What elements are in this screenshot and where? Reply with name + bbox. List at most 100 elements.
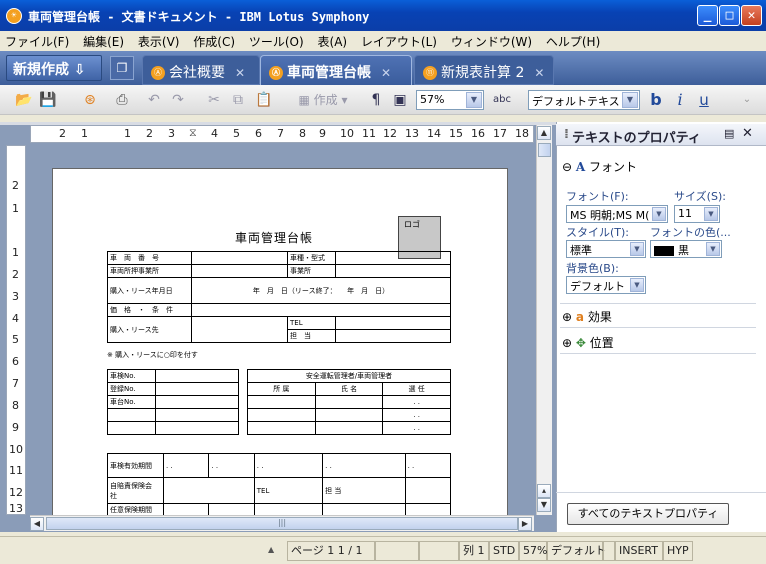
app-icon: ☀	[6, 8, 22, 24]
font-color-select[interactable]: 黒 ▼	[650, 240, 722, 258]
menu-create[interactable]: 作成(C)	[188, 31, 240, 52]
underline-icon[interactable]: u	[696, 90, 712, 110]
scroll-thumb[interactable]: |||	[46, 517, 518, 530]
paste-icon[interactable]: 📋	[254, 90, 274, 110]
tab-new-spreadsheet[interactable]: ⑪ 新規表計算 2 ✕	[414, 55, 554, 85]
effects-section[interactable]: ⊕ a 効果	[560, 304, 756, 328]
page-up-icon[interactable]: ▴	[537, 484, 551, 498]
cell	[191, 303, 451, 317]
up-arrow-icon[interactable]: ▲	[268, 545, 274, 554]
cell: . .	[382, 421, 451, 435]
close-tab-icon[interactable]: ✕	[381, 66, 391, 80]
tab-vehicle-ledger[interactable]: Ⓐ 車両管理台帳 ✕	[260, 55, 412, 85]
position-section[interactable]: ⊕ ✥ 位置	[560, 330, 756, 354]
vertical-ruler[interactable]: 2 1 1 2 3 4 5 6 7 8 9 10 11 12 13	[6, 145, 26, 515]
size-select[interactable]: 11 ▼	[674, 205, 720, 223]
document-tab-bar: 新規作成 ⇩ ❐ Ⓐ 会社概要 ✕ Ⓐ 車両管理台帳 ✕ ⑪ 新規表計算 2 ✕	[0, 51, 766, 85]
close-tab-icon[interactable]: ✕	[534, 66, 544, 80]
chevron-down-icon: ▼	[622, 92, 638, 108]
font-section-header[interactable]: ⊖ A フォント	[562, 158, 637, 175]
ruler-tick: 13	[405, 127, 419, 140]
cell: . .	[162, 453, 210, 478]
panel-close-icon[interactable]: ✕	[742, 126, 753, 141]
maximize-button[interactable]: □	[719, 5, 740, 26]
redo-icon[interactable]: ↷	[168, 90, 188, 110]
ruler-tick: 3	[12, 290, 19, 303]
scroll-thumb[interactable]	[538, 143, 551, 157]
cell: 登録No.	[107, 382, 156, 396]
size-label: サイズ(S):	[674, 190, 726, 203]
show-tabs-icon[interactable]: ❐	[110, 56, 134, 80]
document-page[interactable]: 車両管理台帳 ロゴ 車 両 番 号車種・型式 車両所押事業所 事業所 購入・リース…	[52, 168, 508, 518]
more-icon[interactable]: ⌄	[740, 90, 754, 110]
create-table-button[interactable]: ▦ 作成 ▾	[292, 90, 354, 110]
ruler-tick: 12	[383, 127, 397, 140]
tab-label: 会社概要	[169, 65, 225, 81]
ruler-tick: 13	[9, 502, 23, 515]
vertical-scrollbar[interactable]: ▲ ▴ ▼	[536, 125, 552, 515]
italic-icon[interactable]: i	[672, 90, 688, 110]
selection-mode[interactable]: STD	[489, 541, 519, 561]
ruler-tick: 10	[9, 443, 23, 456]
page-indicator[interactable]: ページ 1 1 / 1	[287, 541, 375, 561]
scroll-left-icon[interactable]: ◀	[30, 517, 44, 531]
horizontal-scrollbar[interactable]: ◀ ||| ▶	[30, 515, 534, 531]
paragraph-icon[interactable]: ¶	[366, 90, 386, 110]
cut-icon[interactable]: ✂	[204, 90, 224, 110]
scroll-down-icon[interactable]: ▼	[537, 498, 551, 512]
all-text-properties-button[interactable]: すべてのテキストプロパティ	[567, 503, 729, 525]
panel-menu-icon[interactable]: ▤	[724, 127, 734, 140]
close-button[interactable]: ✕	[741, 5, 762, 26]
spellcheck-icon[interactable]: abc	[492, 90, 512, 110]
ruler-tick: 4	[12, 312, 19, 325]
new-document-button[interactable]: 新規作成 ⇩	[6, 55, 102, 81]
close-tab-icon[interactable]: ✕	[235, 66, 245, 80]
ruler-tick: 16	[471, 127, 485, 140]
document-title: 車両管理台帳	[235, 231, 314, 245]
insert-mode[interactable]: INSERT	[615, 541, 663, 561]
export-icon[interactable]: ⊛	[80, 90, 100, 110]
open-folder-icon[interactable]: 📂	[14, 90, 34, 110]
menu-layout[interactable]: レイアウト(L)	[356, 31, 442, 52]
bold-icon[interactable]: b	[648, 90, 664, 110]
collapse-icon: ⊖	[562, 160, 573, 174]
menu-tools[interactable]: ツール(O)	[244, 31, 309, 52]
copy-icon[interactable]: ⧉	[228, 90, 248, 110]
ruler-tick: 4	[211, 127, 218, 140]
grip-icon[interactable]: ⁞	[564, 127, 569, 142]
panel-header: ⁞ テキストのプロパティ ▤ ✕	[556, 124, 766, 146]
menu-table[interactable]: 表(A)	[313, 31, 353, 52]
background-select[interactable]: デフォルト ▼	[566, 276, 646, 294]
print-icon[interactable]: ⎙	[112, 90, 132, 110]
minimize-button[interactable]: _	[697, 5, 718, 26]
menu-edit[interactable]: 編集(E)	[78, 31, 129, 52]
save-icon[interactable]: 💾	[38, 90, 58, 110]
menu-window[interactable]: ウィンドウ(W)	[446, 31, 537, 52]
cell: . .	[382, 408, 451, 422]
insurance-table: 車検有効期間. .. .. .. .. . 自賠責保険会 社 TEL 担 当 任意保…	[107, 453, 452, 517]
text-box-icon[interactable]: ▣	[390, 90, 410, 110]
menu-file[interactable]: ファイル(F)	[0, 31, 74, 52]
cell: 車種・型式	[287, 251, 336, 265]
expand-icon: ⊕	[562, 310, 573, 324]
indent-marker-icon[interactable]: ⧖	[189, 126, 197, 140]
horizontal-ruler[interactable]: 2 1 1 2 3 4 5 6 7 8 9 10 11 12 13 14 15 …	[30, 125, 534, 143]
scroll-right-icon[interactable]: ▶	[518, 517, 532, 531]
menu-view[interactable]: 表示(V)	[133, 31, 185, 52]
section-label: 効果	[587, 310, 612, 324]
tab-company-overview[interactable]: Ⓐ 会社概要 ✕	[142, 55, 260, 85]
scroll-up-icon[interactable]: ▲	[537, 126, 551, 140]
paragraph-style-select[interactable]: デフォルトテキスト ▼	[528, 90, 640, 110]
ruler-tick: 11	[362, 127, 376, 140]
style-select[interactable]: 標準 ▼	[566, 240, 646, 258]
ruler-tick: 7	[12, 377, 19, 390]
chevron-down-icon: ▼	[630, 278, 644, 292]
hyperlink-mode[interactable]: HYP	[663, 541, 693, 561]
font-select[interactable]: MS 明朝;MS M(▼	[566, 205, 668, 223]
menu-help[interactable]: ヘルプ(H)	[541, 31, 605, 52]
undo-icon[interactable]: ↶	[144, 90, 164, 110]
cell	[191, 251, 288, 265]
zoom-indicator[interactable]: 57%	[519, 541, 547, 561]
zoom-select[interactable]: 57% ▼	[416, 90, 484, 110]
font-value: MS 明朝;MS M(	[570, 209, 650, 222]
